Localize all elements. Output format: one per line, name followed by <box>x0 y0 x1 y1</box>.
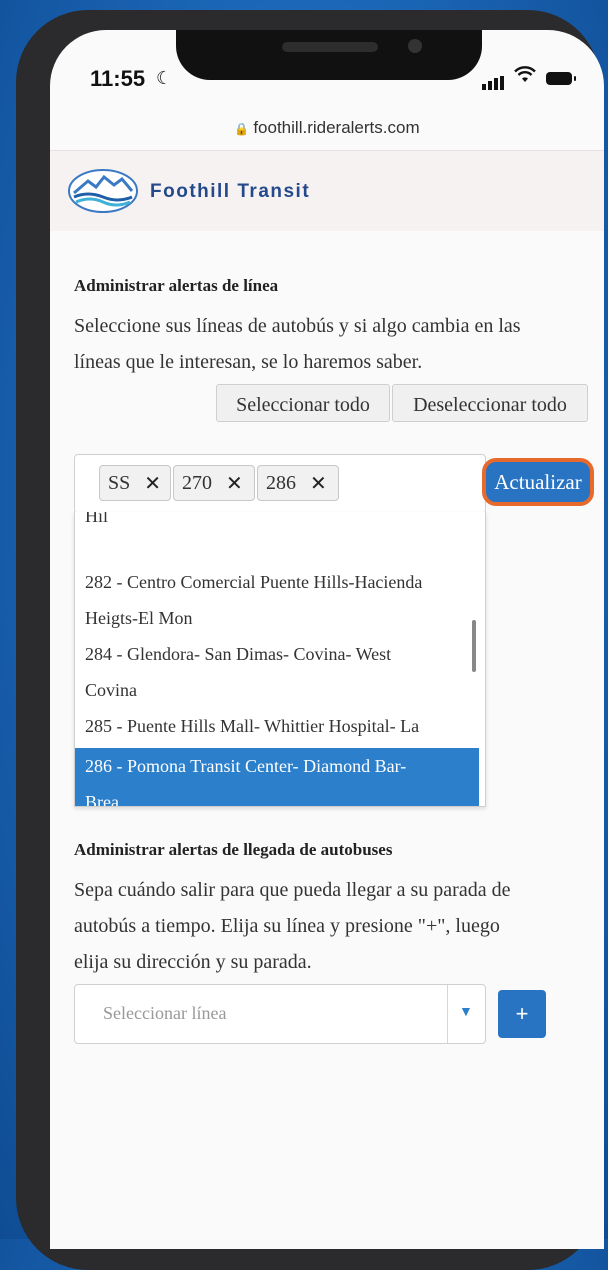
line-dropdown-list: Hil 282 - Centro Comercial Puente Hills-… <box>74 512 486 807</box>
option-284-cont[interactable]: Covina <box>75 672 479 708</box>
status-time: 11:55 <box>90 66 146 91</box>
lock-icon: 🔒 <box>234 122 250 136</box>
phone-screen: 11:55 ☾ 🔒 foothill.rideralerts.com Foothi… <box>50 30 604 1249</box>
volume-up-button <box>24 250 34 350</box>
url-text: foothill.rideralerts.com <box>253 118 420 137</box>
option-284[interactable]: 284 - Glendora- San Dimas- Covina- West <box>75 636 479 672</box>
select-all-button[interactable]: Seleccionar todo <box>216 384 390 422</box>
notch <box>176 30 482 80</box>
divider <box>447 985 448 1043</box>
option-286-selected[interactable]: 286 - Pomona Transit Center- Diamond Bar… <box>75 748 479 784</box>
front-camera <box>408 39 422 53</box>
deselect-all-button[interactable]: Deseleccionar todo <box>392 384 588 422</box>
tag-ss: SS ✕ <box>99 465 171 501</box>
remove-tag-icon[interactable]: ✕ <box>144 471 161 496</box>
line-alerts-title: Administrar alertas de línea <box>74 276 279 295</box>
caret-down-icon: ▼ <box>459 1003 473 1019</box>
wifi-icon <box>514 66 536 89</box>
option-286-selected-cont[interactable]: Brea <box>75 784 479 806</box>
option-hil[interactable]: Hil <box>75 512 479 534</box>
volume-down-button <box>24 380 34 480</box>
battery-icon <box>546 72 576 85</box>
remove-tag-icon[interactable]: ✕ <box>310 471 327 496</box>
dropdown-scrollbar[interactable] <box>472 620 476 672</box>
add-line-button[interactable]: + <box>498 990 546 1038</box>
site-header: Foothill Transit <box>50 150 604 231</box>
foothill-logo-icon <box>68 169 138 213</box>
signal-icon <box>482 72 506 90</box>
remove-tag-icon[interactable]: ✕ <box>226 471 243 496</box>
arrival-alerts-description-3: elija su dirección y su parada. <box>74 951 312 973</box>
line-alerts-description-2: líneas que le interesan, se lo haremos s… <box>74 351 423 373</box>
tag-270: 270 ✕ <box>173 465 255 501</box>
moon-icon: ☾ <box>156 68 173 88</box>
tag-286: 286 ✕ <box>257 465 339 501</box>
line-multiselect[interactable]: SS ✕ 270 ✕ 286 ✕ <box>74 454 486 514</box>
url-bar[interactable]: 🔒 foothill.rideralerts.com <box>50 118 604 138</box>
silent-switch <box>24 160 34 218</box>
arrival-alerts-description-2: autobús a tiempo. Elija su línea y presi… <box>74 915 500 937</box>
option-282-cont[interactable]: Heigts-El Mon <box>75 600 479 636</box>
update-button[interactable]: Actualizar <box>482 458 594 506</box>
arrival-alerts-title: Administrar alertas de llegada de autobu… <box>74 840 393 859</box>
option-285[interactable]: 285 - Puente Hills Mall- Whittier Hospit… <box>75 708 479 744</box>
option-282[interactable]: 282 - Centro Comercial Puente Hills-Haci… <box>75 564 479 600</box>
line-alerts-description-1: Seleccione sus líneas de autobús y si al… <box>74 315 521 337</box>
brand-name: Foothill Transit <box>150 181 311 202</box>
select-line-placeholder: Seleccionar línea <box>103 1003 227 1023</box>
arrival-alerts-description-1: Sepa cuándo salir para que pueda llegar … <box>74 879 511 901</box>
select-line-dropdown[interactable]: Seleccionar línea ▼ <box>74 984 486 1044</box>
phone-frame: 11:55 ☾ 🔒 foothill.rideralerts.com Foothi… <box>16 10 604 1270</box>
speaker <box>282 42 378 52</box>
